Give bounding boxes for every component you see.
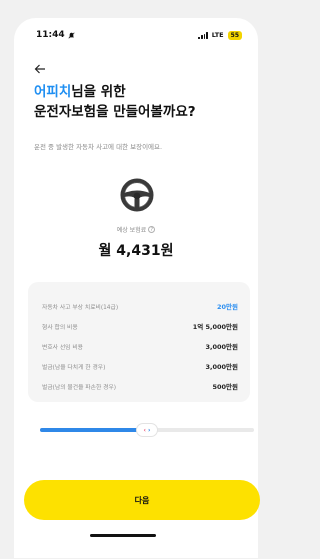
slider-fill (40, 428, 147, 432)
coverage-label: 형사 합의 비용 (42, 324, 78, 331)
chevron-left-icon: ‹ (143, 426, 146, 434)
arrow-left-icon (34, 64, 45, 74)
info-icon[interactable]: ? (148, 226, 156, 233)
status-time: 11:44 (36, 30, 65, 40)
coverage-row: 벌금(남을 다치게 한 경우) 3,000만원 (42, 356, 238, 376)
coverage-row: 벌금(남의 물건을 파손한 경우) 500만원 (42, 376, 238, 396)
coverage-value: 1억 5,000만원 (192, 323, 238, 331)
coverage-value: 3,000만원 (205, 363, 238, 371)
coverage-value: 500만원 (212, 383, 238, 391)
coverage-label: 벌금(남의 물건을 파손한 경우) (42, 384, 117, 391)
back-arrow-icon[interactable] (34, 63, 48, 77)
premium-label-text: 예상 보험료 (116, 227, 147, 234)
coverage-level-slider[interactable]: ‹ › (40, 423, 254, 437)
steering-wheel-icon (120, 178, 154, 212)
coverage-label: 벌금(남을 다치게 한 경우) (42, 364, 106, 371)
title-line-1-rest: 님을 위한 (71, 84, 126, 100)
page-title: 어피치님을 위한 운전자보험을 만들어볼까요? (34, 82, 196, 122)
chevron-right-icon: › (148, 426, 151, 434)
coverage-row: 형사 합의 비용 1억 5,000만원 (42, 316, 238, 336)
status-indicators: LTE 55 (198, 30, 242, 40)
silent-bell-icon (68, 31, 75, 39)
coverage-row: 자동차 사고 부상 치료비(14급) 20만원 (42, 296, 238, 316)
network-type: LTE (211, 31, 224, 39)
page-subtitle: 운전 중 발생한 자동차 사고에 대한 보장이에요. (34, 143, 163, 151)
signal-icon (198, 31, 208, 39)
slider-thumb[interactable]: ‹ › (136, 423, 158, 437)
title-line-2: 운전자보험을 만들어볼까요? (34, 104, 196, 120)
coverage-value: 3,000만원 (205, 343, 238, 351)
premium-label: 예상 보험료 ? (14, 225, 258, 234)
status-bar: 11:44 LTE 55 (14, 18, 258, 52)
status-time-group: 11:44 (36, 30, 75, 40)
next-button[interactable]: 다음 (24, 480, 260, 520)
title-line-1: 어피치님을 위한 (34, 82, 196, 102)
user-name: 어피치 (34, 84, 72, 100)
app-screen: 11:44 LTE 55 어피치님을 위한 운전자보험을 만들어볼까요? 운전 … (14, 18, 258, 558)
coverage-value: 20만원 (216, 303, 238, 311)
coverage-label: 자동차 사고 부상 치료비(14급) (42, 304, 119, 311)
home-indicator (90, 534, 156, 537)
premium-value: 월 4,431원 (98, 243, 174, 259)
coverage-table: 자동차 사고 부상 치료비(14급) 20만원 형사 합의 비용 1억 5,00… (28, 282, 250, 402)
coverage-row: 변호사 선임 비용 3,000만원 (42, 336, 238, 356)
coverage-label: 변호사 선임 비용 (42, 344, 84, 351)
battery-icon: 55 (227, 30, 242, 40)
